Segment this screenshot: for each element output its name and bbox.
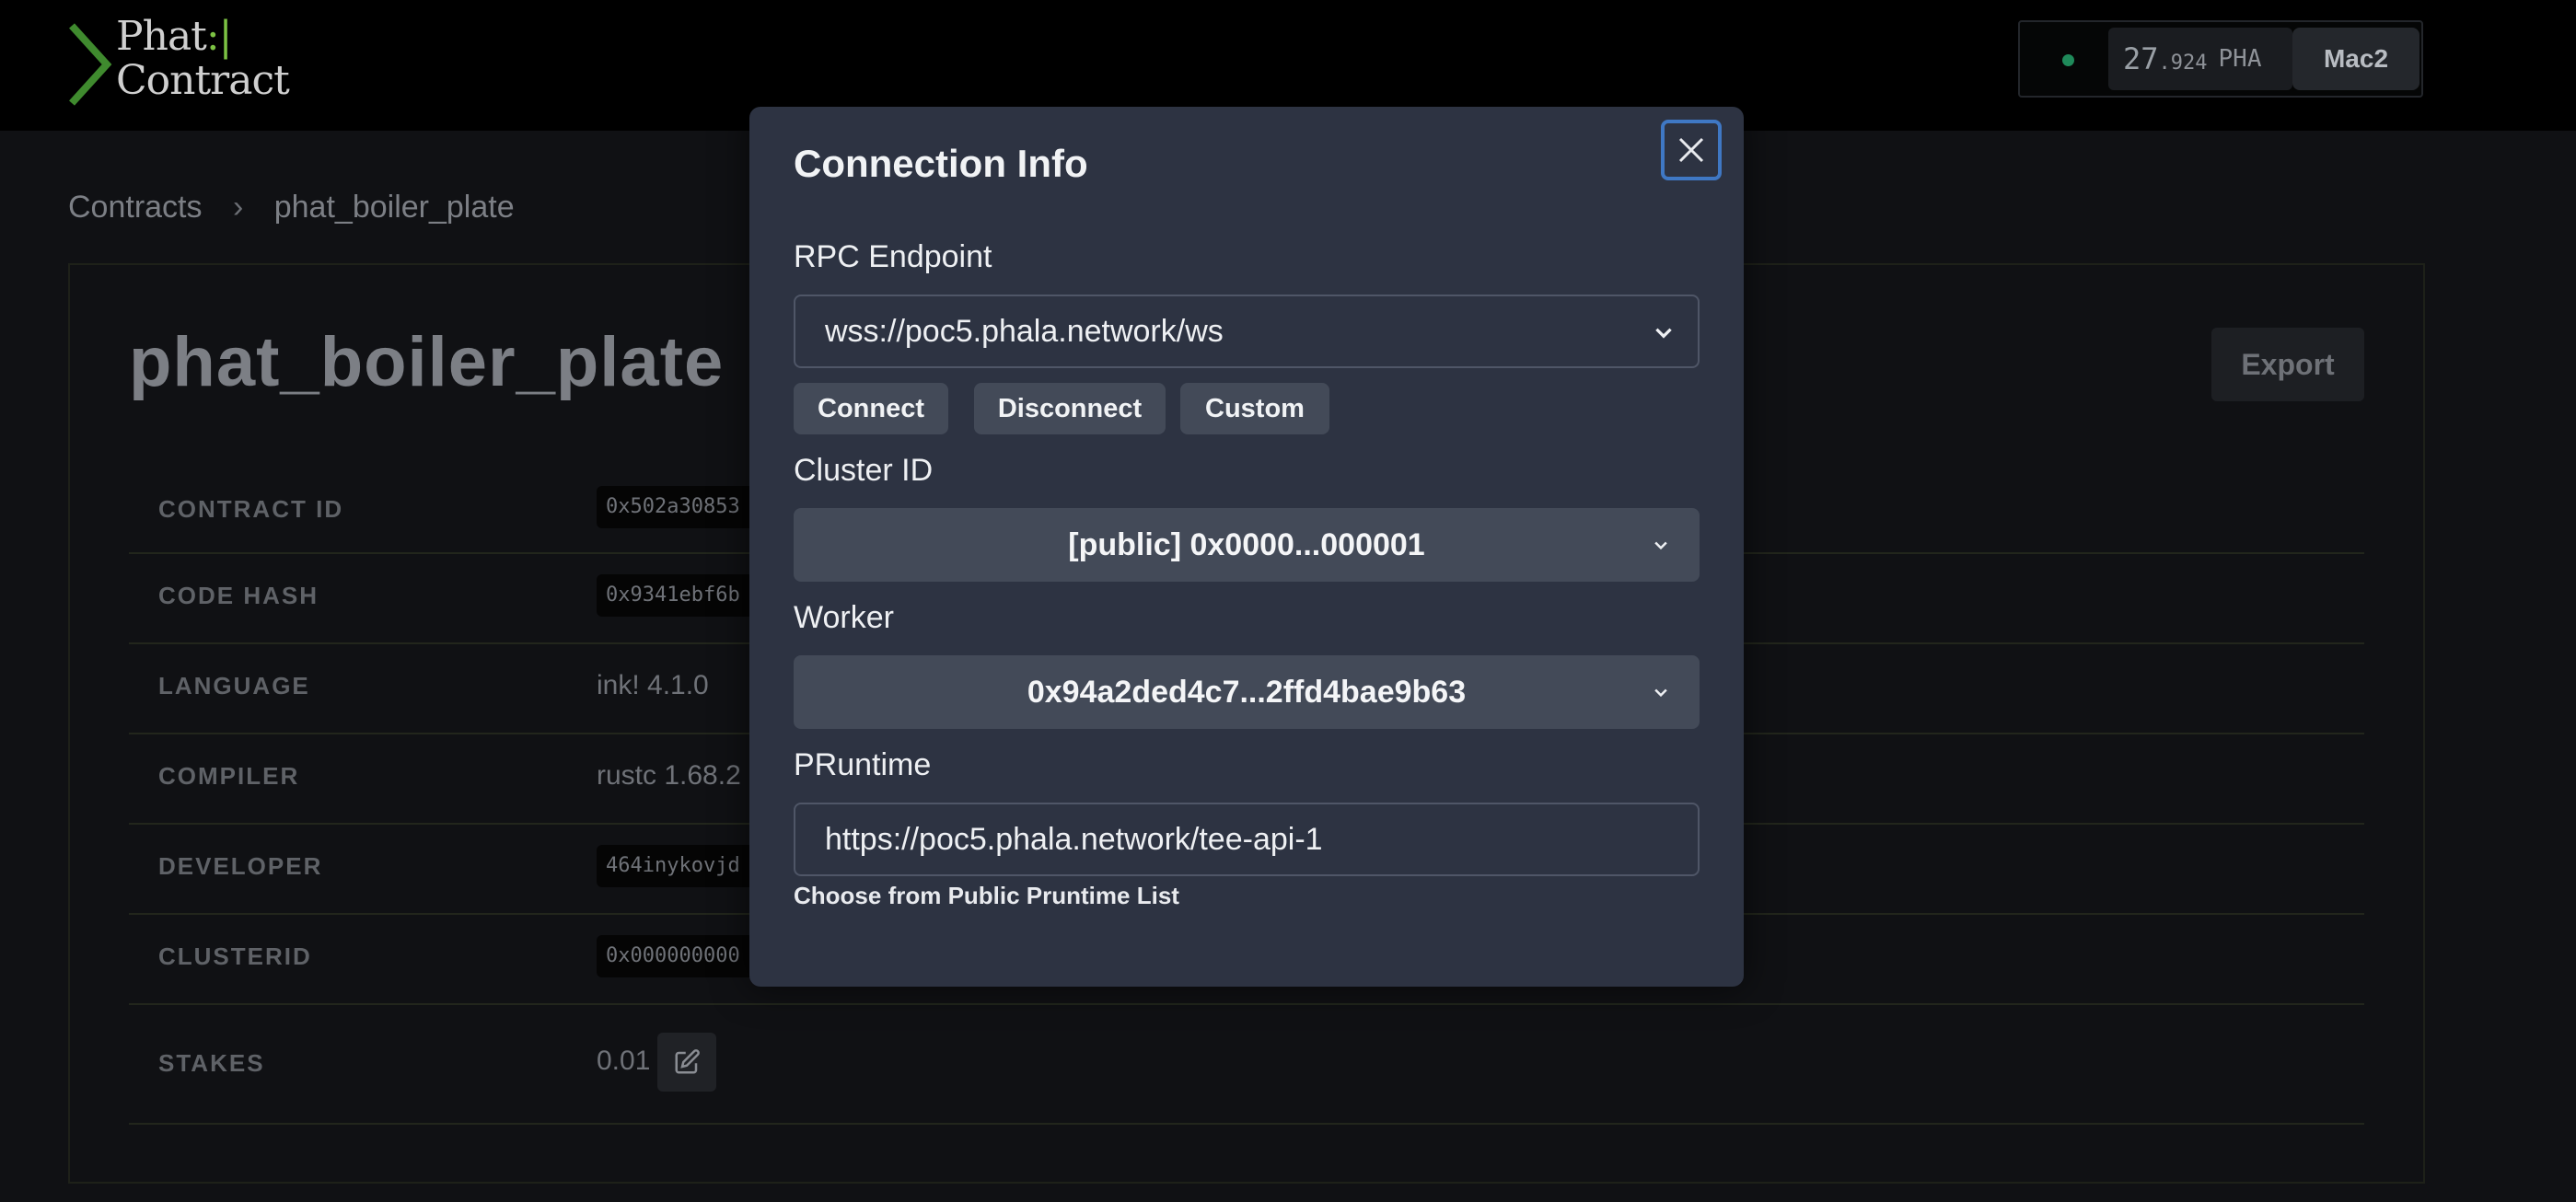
row-value: 464inykovjd bbox=[597, 845, 762, 887]
rpc-endpoint-select[interactable]: wss://poc5.phala.network/ws bbox=[794, 295, 1700, 368]
export-button[interactable]: Export bbox=[2211, 328, 2364, 401]
breadcrumb-current: phat_boiler_plate bbox=[273, 190, 515, 225]
breadcrumb-separator: › bbox=[232, 190, 244, 225]
edit-icon bbox=[675, 1049, 700, 1074]
row-key: CLUSTERID bbox=[158, 942, 312, 970]
close-button[interactable] bbox=[1661, 120, 1722, 180]
wallet-widget[interactable]: 27 .924 PHA Mac2 bbox=[2018, 20, 2423, 98]
public-pruntime-list-link[interactable]: Choose from Public Pruntime List bbox=[794, 882, 1179, 910]
row-key: COMPILER bbox=[158, 762, 300, 790]
info-row-stakes: STAKES 0.01 bbox=[129, 1003, 2364, 1125]
worker-select[interactable]: 0x94a2ded4c7...2ffd4bae9b63 bbox=[794, 655, 1700, 729]
pruntime-value: https://poc5.phala.network/tee-api-1 bbox=[825, 821, 1323, 857]
row-value: 0x502a30853 bbox=[597, 486, 762, 528]
row-key: CONTRACT ID bbox=[158, 495, 344, 523]
chevron-down-icon bbox=[1655, 328, 1672, 339]
chevron-down-icon bbox=[1654, 688, 1667, 698]
cluster-id-label: Cluster ID bbox=[794, 453, 934, 488]
page-title: phat_boiler_plate bbox=[129, 323, 725, 401]
balance-display: 27 .924 PHA bbox=[2108, 28, 2292, 90]
row-value: 0.01 bbox=[597, 1046, 651, 1076]
connection-info-modal: Connection Info RPC Endpoint wss://poc5.… bbox=[749, 107, 1744, 987]
pruntime-input[interactable]: https://poc5.phala.network/tee-api-1 bbox=[794, 803, 1700, 876]
row-value: rustc 1.68.2 bbox=[597, 760, 741, 791]
worker-value: 0x94a2ded4c7...2ffd4bae9b63 bbox=[1027, 674, 1467, 710]
row-value: ink! 4.1.0 bbox=[597, 670, 709, 700]
chevron-logo-icon bbox=[69, 23, 112, 106]
cluster-id-select[interactable]: [public] 0x0000...000001 bbox=[794, 508, 1700, 582]
breadcrumb-contracts-link[interactable]: Contracts bbox=[68, 190, 203, 225]
balance-unit: PHA bbox=[2218, 45, 2262, 73]
connection-status-dot bbox=[2062, 54, 2074, 66]
phat-contract-logo[interactable]: Phat:| Contract bbox=[66, 13, 306, 110]
account-button[interactable]: Mac2 bbox=[2292, 28, 2419, 90]
rpc-endpoint-value: wss://poc5.phala.network/ws bbox=[825, 313, 1224, 349]
balance-decimals: .924 bbox=[2158, 51, 2208, 75]
logo-text-line2: Contract bbox=[116, 57, 290, 104]
cluster-id-value: [public] 0x0000...000001 bbox=[1068, 526, 1425, 562]
connect-button[interactable]: Connect bbox=[794, 383, 948, 434]
row-key: DEVELOPER bbox=[158, 852, 323, 880]
balance-int: 27 bbox=[2123, 41, 2159, 76]
row-key: STAKES bbox=[158, 1049, 265, 1077]
row-value: 0x9341ebf6b bbox=[597, 574, 762, 617]
close-icon bbox=[1678, 137, 1704, 163]
custom-button[interactable]: Custom bbox=[1180, 383, 1329, 434]
logo-text-line1: Phat:| bbox=[116, 13, 233, 60]
row-key: LANGUAGE bbox=[158, 672, 310, 699]
disconnect-button[interactable]: Disconnect bbox=[974, 383, 1166, 434]
row-key: CODE HASH bbox=[158, 582, 319, 609]
edit-stakes-button[interactable] bbox=[657, 1033, 716, 1092]
modal-title: Connection Info bbox=[794, 142, 1088, 185]
breadcrumb: Contracts › phat_boiler_plate bbox=[68, 190, 537, 225]
worker-label: Worker bbox=[794, 600, 894, 635]
rpc-endpoint-label: RPC Endpoint bbox=[794, 239, 992, 274]
pruntime-label: PRuntime bbox=[794, 747, 932, 782]
chevron-down-icon bbox=[1654, 541, 1667, 550]
row-value: 0x000000000 bbox=[597, 935, 762, 977]
